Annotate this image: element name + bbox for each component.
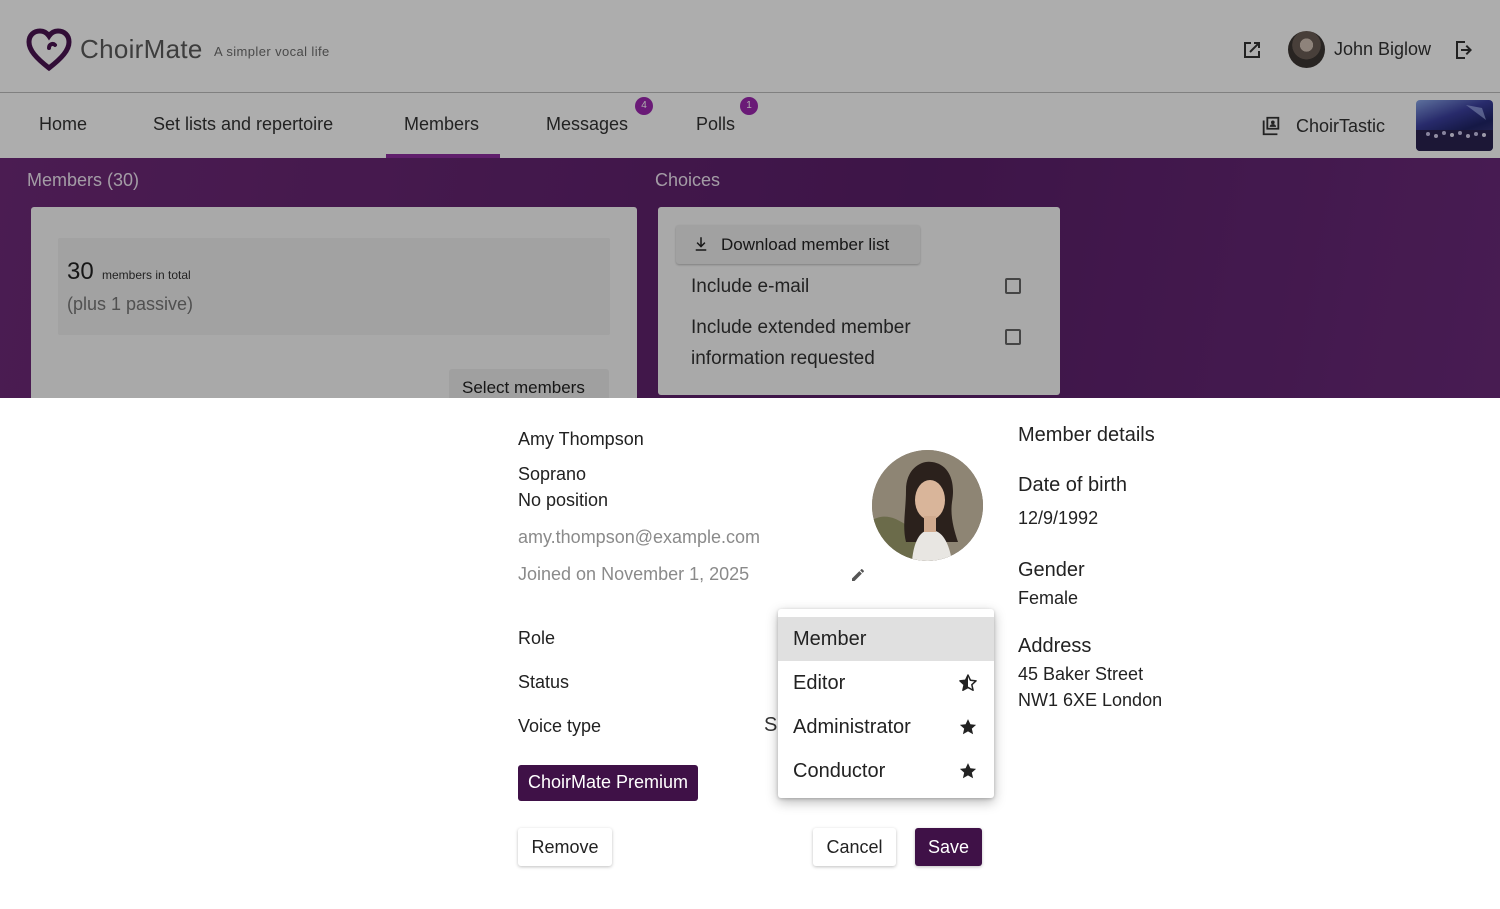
member-edit-dialog: Amy Thompson Soprano No position amy.tho…	[0, 398, 1500, 909]
brand-name[interactable]: ChoirMate	[80, 34, 203, 65]
download-button-label: Download member list	[721, 235, 890, 254]
member-count-label: members in total	[102, 268, 191, 282]
remove-button[interactable]: Remove	[518, 828, 612, 866]
dob-value: 12/9/1992	[1018, 508, 1099, 528]
select-members-button[interactable]: Select members	[449, 369, 609, 398]
include-extended-info-label: Include extended member information requ…	[691, 317, 911, 369]
choir-library-icon	[1262, 116, 1280, 136]
role-option-conductor[interactable]: Conductor	[778, 749, 994, 793]
edit-pencil-icon[interactable]	[850, 567, 866, 583]
member-photo	[872, 450, 983, 561]
star-icon	[959, 719, 977, 735]
member-count: 30	[67, 258, 94, 285]
role-dropdown-menu: Member Editor Administrator Conductor	[778, 609, 994, 798]
address-line-1: 45 Baker Street	[1018, 664, 1144, 684]
app-header: ChoirMate A simpler vocal life John Bigl…	[0, 0, 1500, 92]
gender-label: Gender	[1018, 559, 1085, 581]
role-option-administrator[interactable]: Administrator	[778, 705, 994, 749]
nav-tab-setlists[interactable]: Set lists and repertoire	[153, 114, 333, 135]
role-option-label: Member	[793, 628, 867, 650]
member-position: No position	[518, 490, 609, 510]
nav-tab-members[interactable]: Members	[404, 114, 479, 135]
user-name[interactable]: John Biglow	[1334, 39, 1431, 60]
messages-badge: 4	[635, 97, 653, 115]
role-option-label: Administrator	[793, 716, 911, 738]
include-email-checkbox[interactable]	[1005, 278, 1021, 294]
voice-type-label: Voice type	[518, 716, 602, 736]
members-section-title: Members (30)	[27, 170, 140, 190]
member-details-title: Member details	[1018, 424, 1155, 446]
address-label: Address	[1018, 635, 1092, 657]
premium-badge: ChoirMate Premium	[518, 765, 699, 801]
download-member-list-button[interactable]: Download member list	[676, 225, 920, 264]
include-email-label: Include e-mail	[691, 276, 810, 297]
user-avatar[interactable]	[1288, 31, 1325, 68]
role-option-member[interactable]: Member	[778, 617, 994, 661]
star-icon	[959, 763, 977, 779]
nav-tab-polls[interactable]: Polls	[696, 114, 735, 135]
choir-name[interactable]: ChoirTastic	[1296, 116, 1385, 137]
role-option-label: Conductor	[793, 760, 886, 782]
choices-card: Download member list Include e-mail Incl…	[658, 207, 1060, 395]
open-external-icon[interactable]	[1240, 38, 1264, 62]
nav-tab-home[interactable]: Home	[39, 114, 87, 135]
star-half-icon	[959, 674, 977, 691]
member-portrait-image	[872, 450, 983, 561]
role-label: Role	[518, 628, 556, 648]
members-summary-card: 30 members in total (plus 1 passive) Sel…	[31, 207, 637, 398]
status-label: Status	[518, 672, 570, 692]
member-count-box: 30 members in total (plus 1 passive)	[58, 238, 610, 335]
logout-icon[interactable]	[1452, 38, 1476, 62]
tagline: A simpler vocal life	[214, 44, 330, 59]
address-line-2: NW1 6XE London	[1018, 690, 1163, 710]
polls-badge: 1	[740, 97, 758, 115]
members-page-content: Members (30) Choices 30 members in total…	[0, 158, 1500, 398]
member-email: amy.thompson@example.com	[518, 527, 761, 547]
member-joined-date: Joined on November 1, 2025	[518, 564, 750, 584]
nav-tab-messages[interactable]: Messages	[546, 114, 628, 135]
choices-section-title: Choices	[655, 170, 721, 190]
choirmate-logo-icon[interactable]	[26, 28, 72, 72]
role-option-editor[interactable]: Editor	[778, 661, 994, 705]
include-extended-info-checkbox[interactable]	[1005, 329, 1021, 345]
choir-thumbnail[interactable]	[1416, 100, 1493, 151]
choir-photo-image	[1416, 105, 1493, 151]
main-nav: Home Set lists and repertoire Members Me…	[0, 92, 1500, 158]
download-icon	[695, 237, 707, 251]
cancel-button[interactable]: Cancel	[813, 828, 896, 866]
member-name: Amy Thompson	[518, 429, 644, 449]
app-background: ChoirMate A simpler vocal life John Bigl…	[0, 0, 1500, 398]
role-option-label: Editor	[793, 672, 846, 694]
gender-value: Female	[1018, 588, 1079, 608]
dob-label: Date of birth	[1018, 474, 1127, 496]
member-voice: Soprano	[518, 464, 587, 484]
passive-member-note: (plus 1 passive)	[67, 294, 194, 314]
save-button[interactable]: Save	[915, 828, 982, 866]
voice-type-select[interactable]: S	[764, 714, 777, 737]
